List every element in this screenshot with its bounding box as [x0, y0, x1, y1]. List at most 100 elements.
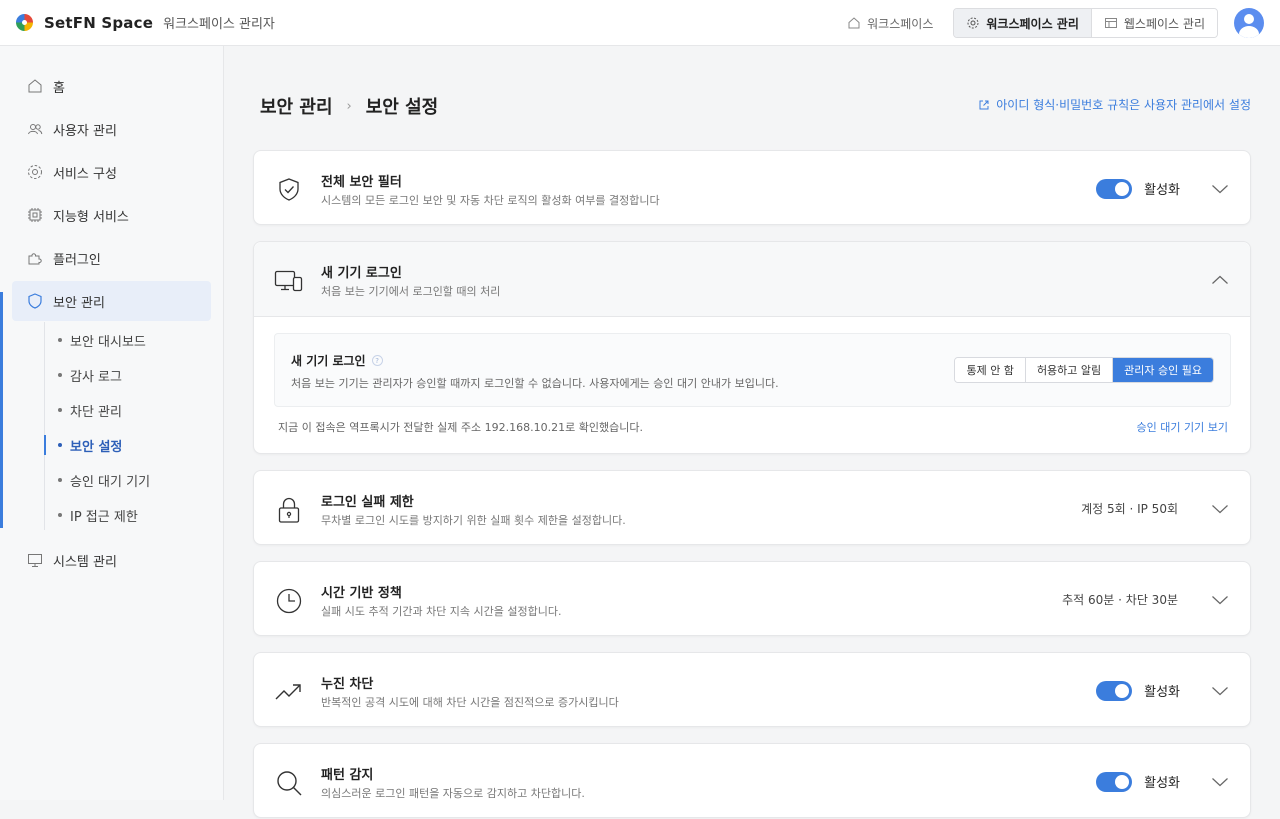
admin-mode-switch: 워크스페이스 관리 웹스페이스 관리	[953, 8, 1218, 38]
card-description: 무차별 로그인 시도를 방지하기 위한 실패 횟수 제한을 설정합니다.	[321, 514, 626, 527]
help-icon[interactable]: ?	[371, 355, 383, 366]
chevron-down-icon[interactable]	[1210, 499, 1230, 519]
card-global-filter: 전체 보안 필터 시스템의 모든 로그인 보안 및 자동 차단 로직의 활성화 …	[253, 150, 1251, 225]
bullet-icon	[58, 513, 62, 517]
sub-item-audit-log[interactable]: 감사 로그	[58, 365, 122, 385]
sidebar-item-system[interactable]: 시스템 관리	[12, 540, 211, 580]
workspace-link-label: 워크스페이스	[867, 16, 934, 31]
submenu-guide	[44, 322, 45, 530]
global-filter-toggle[interactable]	[1096, 178, 1133, 199]
sub-item-block-management[interactable]: 차단 관리	[58, 400, 122, 420]
sub-item-security-dashboard[interactable]: 보안 대시보드	[58, 330, 146, 350]
gear-icon	[26, 163, 44, 181]
setting-summary: 추적 60분 · 차단 30분	[1062, 593, 1178, 607]
gear-icon	[967, 17, 979, 29]
progressive-block-toggle[interactable]	[1096, 680, 1133, 701]
bullet-icon	[58, 373, 62, 377]
card-pattern-detection: 패턴 감지 의심스러운 로그인 패턴을 자동으로 감지하고 차단합니다. 활성화	[253, 743, 1251, 818]
option-no-control[interactable]: 통제 안 함	[955, 358, 1026, 382]
bullet-icon	[58, 478, 62, 482]
sub-item-pending-devices[interactable]: 승인 대기 기기	[58, 470, 150, 490]
card-description: 반복적인 공격 시도에 대해 차단 시간을 점진적으로 증가시킵니다	[321, 696, 619, 709]
page-title: 보안 설정	[365, 97, 439, 118]
policy-description: 처음 보는 기기는 관리자가 승인할 때까지 로그인할 수 없습니다. 사용자에…	[291, 377, 779, 390]
sidebar-item-users[interactable]: 사용자 관리	[12, 109, 211, 149]
sub-item-ip-restriction[interactable]: IP 접근 제한	[58, 505, 138, 525]
workspace-link[interactable]: 워크스페이스	[847, 15, 933, 32]
layout-icon	[1104, 18, 1117, 28]
pattern-detection-toggle[interactable]	[1096, 771, 1133, 792]
card-new-device-login: 새 기기 로그인 처음 보는 기기에서 로그인할 때의 처리 새 기기 로그인 …	[253, 241, 1251, 454]
sidebar-item-home[interactable]: 홈	[12, 66, 211, 106]
rules-link-label: 아이디 형식·비밀번호 규칙은 사용자 관리에서 설정	[996, 98, 1251, 112]
shield-icon	[26, 292, 44, 310]
toggle-state-label: 활성화	[1144, 776, 1180, 791]
rules-link[interactable]: 아이디 형식·비밀번호 규칙은 사용자 관리에서 설정	[978, 96, 1251, 113]
sub-item-label: IP 접근 제한	[70, 509, 138, 525]
chevron-down-icon[interactable]	[1210, 772, 1230, 792]
bullet-icon	[58, 338, 62, 342]
webspace-admin-label: 웹스페이스 관리	[1123, 16, 1205, 31]
monitor-icon	[26, 551, 44, 569]
option-allow-notify[interactable]: 허용하고 알림	[1025, 358, 1114, 382]
sidebar-item-label: 플러그인	[53, 252, 101, 268]
logo[interactable]: SetFN Space 워크스페이스 관리자	[16, 13, 275, 32]
card-title: 전체 보안 필터	[321, 175, 402, 190]
logo-icon	[16, 14, 33, 31]
home-icon	[848, 17, 860, 29]
clock-icon	[274, 586, 304, 616]
card-title: 로그인 실패 제한	[321, 495, 414, 510]
card-description: 처음 보는 기기에서 로그인할 때의 처리	[321, 285, 501, 298]
card-description: 시스템의 모든 로그인 보안 및 자동 차단 로직의 활성화 여부를 결정합니다	[321, 194, 660, 207]
sidebar: 홈 사용자 관리 서비스 구성 지능형 서비스 플러그인 보안 관리 보안 대시…	[0, 46, 224, 800]
sub-item-label: 차단 관리	[70, 404, 122, 420]
card-time-policy: 시간 기반 정책 실패 시도 추적 기간과 차단 지속 시간을 설정합니다. 추…	[253, 561, 1251, 636]
chevron-down-icon[interactable]	[1210, 179, 1230, 199]
card-description: 실패 시도 추적 기간과 차단 지속 시간을 설정합니다.	[321, 605, 562, 618]
breadcrumb: 보안 관리 › 보안 설정	[260, 93, 438, 119]
chevron-down-icon[interactable]	[1210, 590, 1230, 610]
pending-devices-link[interactable]: 승인 대기 기기 보기	[1137, 419, 1228, 435]
sub-item-label: 승인 대기 기기	[70, 474, 151, 490]
avatar[interactable]	[1234, 8, 1264, 38]
card-progressive-block: 누진 차단 반복적인 공격 시도에 대해 차단 시간을 점진적으로 증가시킵니다…	[253, 652, 1251, 727]
search-icon	[274, 768, 304, 798]
submenu-active-marker	[44, 435, 46, 455]
sidebar-item-label: 지능형 서비스	[53, 209, 129, 225]
connection-note: 지금 이 접속은 역프록시가 전달한 실제 주소 192.168.10.21로 …	[278, 421, 643, 434]
chevron-up-icon[interactable]	[1210, 270, 1230, 290]
card-login-fail-limit: 로그인 실패 제한 무차별 로그인 시도를 방지하기 위한 실패 횟수 제한을 …	[253, 470, 1251, 545]
new-device-policy-panel: 새 기기 로그인 ? 처음 보는 기기는 관리자가 승인할 때까지 로그인할 수…	[274, 333, 1231, 407]
card-title: 시간 기반 정책	[321, 586, 402, 601]
card-title: 누진 차단	[321, 677, 374, 692]
workspace-admin-button[interactable]: 워크스페이스 관리	[954, 9, 1092, 37]
policy-option-group: 통제 안 함 허용하고 알림 관리자 승인 필요	[954, 357, 1214, 383]
sidebar-item-label: 보안 관리	[53, 295, 105, 311]
sub-item-label: 감사 로그	[70, 369, 122, 385]
sidebar-item-label: 홈	[53, 80, 65, 96]
users-icon	[26, 120, 44, 138]
bullet-icon	[58, 408, 62, 412]
trending-up-icon	[274, 677, 304, 707]
external-link-icon	[979, 100, 989, 109]
card-title: 패턴 감지	[321, 768, 374, 783]
sidebar-item-security[interactable]: 보안 관리	[12, 281, 211, 321]
top-bar: SetFN Space 워크스페이스 관리자 워크스페이스 워크스페이스 관리 …	[0, 0, 1280, 46]
option-admin-approval[interactable]: 관리자 승인 필요	[1113, 358, 1213, 382]
toggle-state-label: 활성화	[1144, 685, 1180, 700]
app-subtitle: 워크스페이스 관리자	[163, 17, 275, 32]
card-title: 새 기기 로그인	[321, 266, 402, 281]
chip-icon	[26, 206, 44, 224]
brand-name: SetFN Space	[44, 13, 154, 32]
breadcrumb-parent[interactable]: 보안 관리	[260, 93, 333, 119]
home-icon	[26, 77, 44, 95]
sidebar-item-intelligent[interactable]: 지능형 서비스	[12, 195, 211, 235]
sidebar-item-services[interactable]: 서비스 구성	[12, 152, 211, 192]
sidebar-item-plugins[interactable]: 플러그인	[12, 238, 211, 278]
chevron-down-icon[interactable]	[1210, 681, 1230, 701]
sub-item-security-settings[interactable]: 보안 설정	[58, 435, 122, 455]
chevron-right-icon: ›	[346, 98, 352, 114]
sidebar-item-label: 서비스 구성	[53, 166, 117, 182]
toggle-state-label: 활성화	[1144, 183, 1180, 198]
webspace-admin-button[interactable]: 웹스페이스 관리	[1091, 9, 1217, 37]
